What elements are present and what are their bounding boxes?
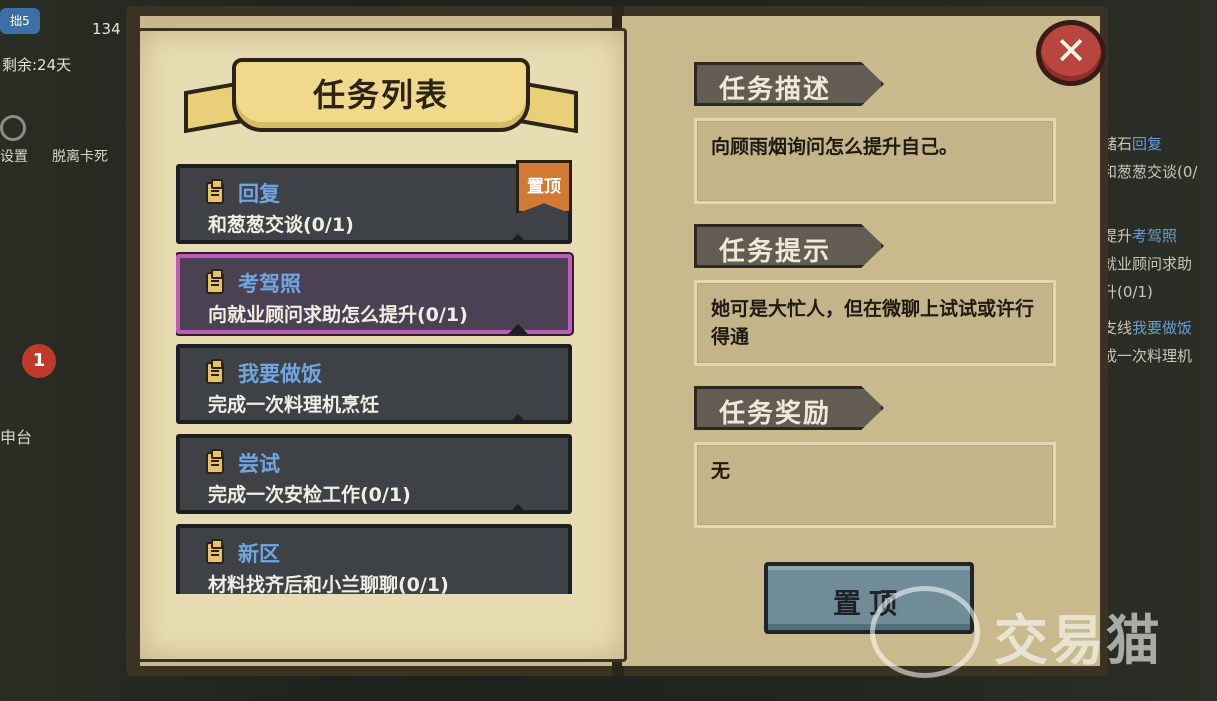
bg-log-line: 提升考驾照	[1102, 227, 1178, 245]
description-header-label: 任务描述	[719, 75, 832, 105]
hud-top-badge: 拙5	[0, 8, 40, 34]
clipboard-icon	[206, 269, 224, 294]
hud-stuck-label: 脱离卡死	[52, 149, 108, 165]
quest-title: 考驾照	[238, 272, 301, 296]
quest-item[interactable]: 我要做饭 完成一次料理机烹饪	[176, 344, 572, 424]
bg-log-line: 储石回复	[1102, 135, 1163, 153]
quest-title: 回复	[238, 182, 280, 206]
bg-log-line: 就业顾问求助	[1102, 255, 1193, 273]
clipboard-icon	[206, 449, 224, 474]
background-hud-left: 拙5 134 剩余:24天 设置 脱离卡死 1 申台	[0, 0, 140, 701]
quest-notch	[508, 324, 528, 334]
quest-notch	[508, 504, 528, 514]
reward-header: 任务奖励	[694, 386, 884, 430]
reward-header-label: 任务奖励	[719, 399, 832, 429]
bg-log-line: 成一次料理机	[1102, 347, 1193, 365]
notification-badge: 1	[22, 344, 56, 378]
clipboard-icon	[206, 539, 224, 564]
quest-title: 尝试	[238, 452, 280, 476]
bg-log-line: 支线我要做饭	[1102, 319, 1193, 337]
gear-icon	[0, 115, 26, 141]
quest-desc: 和葱葱交谈(0/1)	[208, 214, 354, 236]
close-x-icon: ✕	[1055, 29, 1087, 73]
quest-desc: 向就业顾问求助怎么提升(0/1)	[208, 304, 468, 326]
quest-item[interactable]: 尝试 完成一次安检工作(0/1)	[176, 434, 572, 514]
hud-settings-label: 设置	[0, 149, 28, 165]
quest-notch	[508, 234, 528, 244]
hud-coin-count: 134	[92, 20, 121, 38]
quest-list[interactable]: 回复 和葱葱交谈(0/1) 考驾照 向就业顾问求助怎么提升(0/1) 我要做饭 …	[176, 162, 580, 594]
quest-desc: 完成一次料理机烹饪	[208, 394, 380, 416]
hint-header-label: 任务提示	[719, 237, 832, 267]
hud-days-remaining: 剩余:24天	[2, 56, 72, 74]
quest-item[interactable]: 回复 和葱葱交谈(0/1)	[176, 164, 572, 244]
quest-notch	[508, 414, 528, 424]
bg-log-line: 和葱葱交谈(0/	[1102, 163, 1198, 181]
hint-box: 她可是大忙人，但在微聊上试试或许行得通	[694, 280, 1056, 366]
clipboard-icon	[206, 179, 224, 204]
quest-title: 新区	[238, 542, 280, 566]
quest-item-selected[interactable]: 考驾照 向就业顾问求助怎么提升(0/1)	[176, 254, 572, 334]
bg-log-line: 升(0/1)	[1102, 283, 1153, 301]
description-box: 向顾雨烟询问怎么提升自己。	[694, 118, 1056, 204]
quest-title: 我要做饭	[238, 362, 322, 386]
background-quest-log: 储石回复 和葱葱交谈(0/ 提升考驾照 就业顾问求助 升(0/1) 支线我要做饭…	[1102, 130, 1217, 370]
description-header: 任务描述	[694, 62, 884, 106]
hud-front-desk-label: 申台	[0, 428, 33, 447]
watermark-text: 交易猫	[994, 609, 1162, 672]
cat-logo-icon	[870, 586, 980, 678]
clipboard-icon	[206, 359, 224, 384]
watermark: 交易猫	[870, 586, 1190, 682]
quest-desc: 材料找齐后和小兰聊聊(0/1)	[208, 574, 449, 594]
quest-item[interactable]: 新区 材料找齐后和小兰聊聊(0/1)	[176, 524, 572, 594]
close-button[interactable]: ✕	[1036, 20, 1106, 86]
quest-desc: 完成一次安检工作(0/1)	[208, 484, 411, 506]
hint-header: 任务提示	[694, 224, 884, 268]
panel-title: 任务列表	[312, 76, 449, 114]
reward-box: 无	[694, 442, 1056, 528]
